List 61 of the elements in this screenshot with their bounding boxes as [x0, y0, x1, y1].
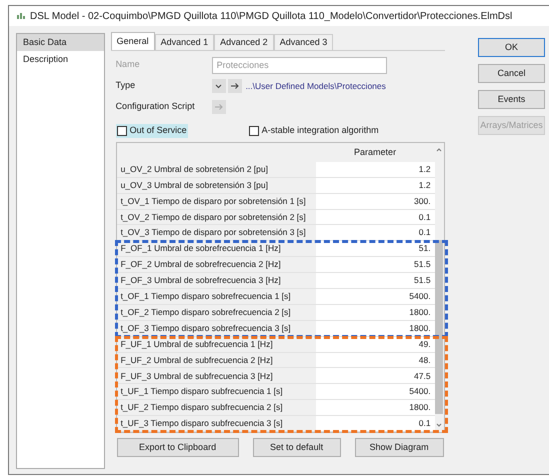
parameter-name: t_UF_2 Tiempo disparo subfrecuencia 2 [s] [120, 401, 284, 414]
tab[interactable]: Advanced 3 [274, 34, 334, 50]
parameter-name: u_OV_3 Umbral de sobretensión 3 [pu] [120, 178, 269, 192]
parameter-name: t_OF_3 Tiempo disparo sobrefrecuencia 3 [s] [120, 322, 292, 335]
parameter-value[interactable]: 300. [316, 194, 435, 209]
parameter-name: F_OF_2 Umbral de sobrefrecuencia 2 [Hz] [120, 258, 282, 272]
parameter-value[interactable]: 47.5 [316, 368, 435, 384]
parameter-value[interactable]: 5400. [316, 288, 435, 304]
parameter-name: t_OV_2 Tiempo de disparo por sobretensión 2 [s] [120, 210, 307, 224]
parameter-name: u_OV_2 Umbral de sobretensión 2 [pu] [120, 162, 269, 176]
name-label: Name [116, 58, 141, 72]
parameter-value[interactable]: 48. [316, 352, 435, 368]
checkbox[interactable]: Out of Service [116, 124, 188, 138]
parameter-value[interactable]: 51.5 [316, 273, 435, 288]
dialog-button[interactable]: Events [478, 90, 545, 109]
window-title: DSL Model - 02-Coquimbo\PMGD Quillota 110\PMGD Quillota 110_Modelo\Convertidor\Protecciones.ElmDsl [30, 10, 512, 24]
arrow-icon [230, 83, 239, 89]
tab[interactable]: General [110, 32, 155, 50]
parameter-value[interactable]: 0.1 [316, 225, 435, 240]
parameter-name: F_OF_1 Umbral de sobrefrecuencia 1 [Hz] [120, 242, 282, 256]
parameter-value[interactable]: 0.1 [316, 416, 435, 431]
parameter-name: F_UF_3 Umbral de subfrecuencia 3 [Hz] [120, 370, 274, 383]
sidebar-item[interactable]: Basic Data [17, 34, 104, 51]
arrow-icon [214, 104, 223, 110]
parameter-value[interactable]: 1800. [316, 400, 435, 416]
dialog-button[interactable]: Cancel [478, 64, 545, 83]
scroll-up-icon [436, 148, 442, 152]
config-script-label: Configuration Script [116, 100, 196, 114]
parameter-name: t_OV_1 Tiempo de disparo por sobretensión 1 [s] [120, 194, 307, 208]
parameter-value[interactable]: 1800. [316, 304, 435, 320]
parameter-value[interactable]: 5400. [316, 384, 435, 400]
sidebar-item[interactable]: Description [17, 51, 104, 68]
parameter-value[interactable]: 0.1 [316, 210, 435, 224]
action-button[interactable]: Export to Clipboard [116, 438, 239, 457]
jump-button[interactable] [228, 79, 242, 93]
parameter-name: t_UF_1 Tiempo disparo subfrecuencia 1 [s] [120, 385, 284, 398]
scroll-down-icon [436, 423, 442, 427]
parameter-value[interactable]: 1.2 [316, 162, 435, 177]
parameter-name: t_OF_2 Tiempo disparo sobrefrecuencia 2 [s] [120, 306, 292, 319]
parameter-value[interactable]: 1800. [316, 320, 435, 336]
parameter-name: t_OV_3 Tiempo de disparo por sobretensión 3 [s] [120, 226, 307, 240]
column-header: Parameter [353, 146, 398, 159]
action-button[interactable]: Show Diagram [354, 438, 444, 457]
dropdown-button[interactable] [212, 79, 226, 93]
dialog-button[interactable]: OK [478, 38, 545, 57]
parameter-name: F_UF_2 Umbral de subfrecuencia 2 [Hz] [120, 354, 274, 367]
parameter-name: F_OF_3 Umbral de sobrefrecuencia 3 [Hz] [120, 274, 282, 288]
tab[interactable]: Advanced 2 [214, 34, 274, 50]
type-label: Type [116, 79, 136, 92]
tab[interactable]: Advanced 1 [154, 34, 214, 50]
parameter-value[interactable]: 51. [316, 241, 435, 256]
app-icon [17, 13, 26, 19]
parameter-name: t_OF_1 Tiempo disparo sobrefrecuencia 1 [s] [120, 290, 292, 304]
type-link[interactable]: ...\User Defined Models\Protecciones [246, 80, 386, 92]
parameter-value[interactable]: 51.5 [316, 257, 435, 272]
checkbox[interactable]: A-stable integration algorithm [248, 124, 380, 138]
parameter-name: t_UF_3 Tiempo disparo subfrecuencia 3 [s] [120, 417, 284, 430]
action-button[interactable]: Set to default [252, 438, 341, 457]
parameter-value[interactable]: 1.2 [316, 178, 435, 193]
chevron-icon [215, 84, 222, 88]
parameter-name: F_UF_1 Umbral de subfrecuencia 1 [Hz] [120, 338, 274, 351]
